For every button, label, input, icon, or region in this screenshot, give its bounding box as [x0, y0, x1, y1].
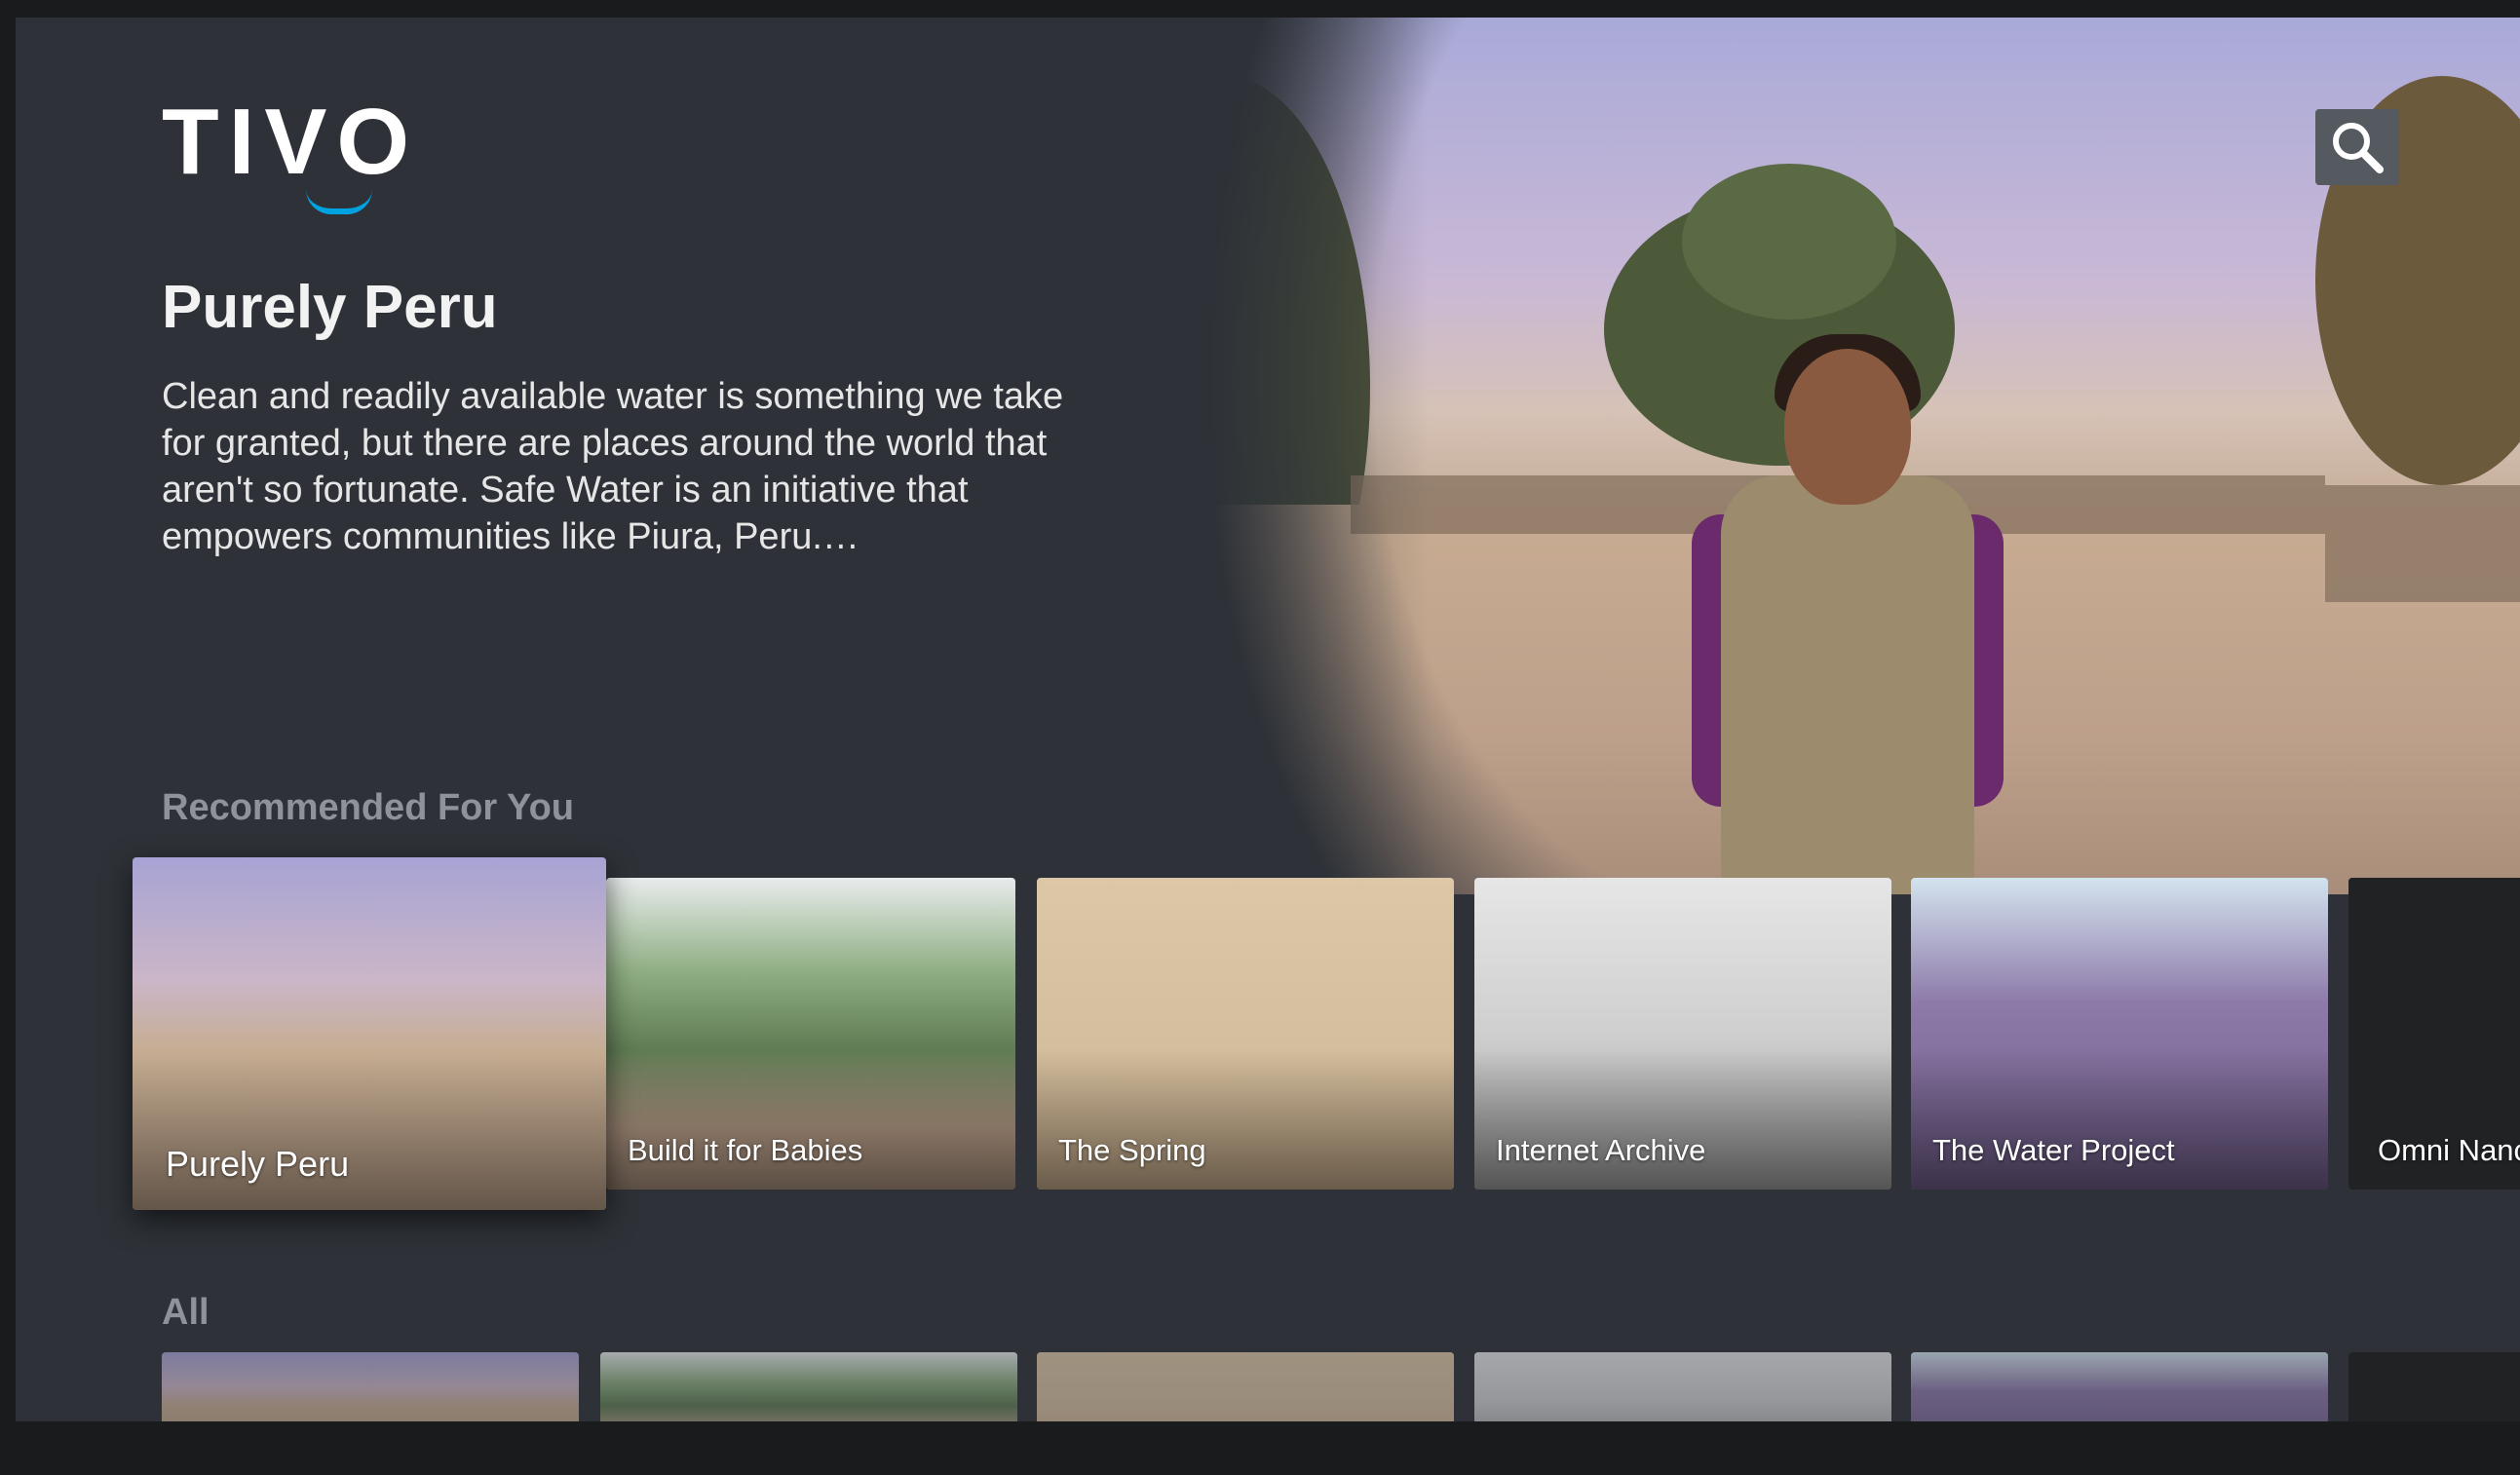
tivo-logo: TIVO [162, 95, 419, 214]
card-title: The Spring [1058, 1133, 1206, 1167]
search-icon [2333, 123, 2384, 173]
featured-description: Clean and readily available water is som… [162, 376, 1064, 557]
logo-smile [306, 189, 372, 214]
card-the-spring-all[interactable] [1037, 1352, 1454, 1421]
card-build-it-for-babies-all[interactable] [600, 1352, 1017, 1421]
featured-title: Purely Peru [162, 274, 498, 341]
card-title: Internet Archive [1496, 1133, 1706, 1167]
card-omni-nano[interactable]: Omni Nanc [2348, 878, 2520, 1190]
card-the-spring[interactable]: The Spring [1037, 878, 1454, 1190]
card-title: The Water Project [1932, 1133, 2175, 1167]
search-button[interactable] [2315, 109, 2399, 185]
card-purely-peru[interactable]: Purely Peru [133, 857, 606, 1210]
bottom-bezel [0, 1421, 2520, 1475]
card-purely-peru-all[interactable] [162, 1352, 579, 1421]
card-internet-archive-all[interactable] [1474, 1352, 1891, 1421]
card-title: Build it for Babies [628, 1133, 863, 1167]
row-label-recommended: Recommended For You [162, 787, 574, 828]
thumbnail [2348, 1352, 2520, 1421]
card-title: Purely Peru [166, 1144, 350, 1184]
row-label-all: All [162, 1292, 210, 1333]
card-build-it-for-babies[interactable]: Build it for Babies [606, 878, 1015, 1190]
card-title: Omni Nanc [2378, 1133, 2520, 1167]
card-the-water-project[interactable]: The Water Project [1911, 878, 2328, 1190]
card-omni-nano-all[interactable] [2348, 1352, 2520, 1421]
tv-screen: TIVO Purely Peru Clean and readily avail… [16, 18, 2520, 1421]
card-the-water-project-all[interactable] [1911, 1352, 2328, 1421]
card-internet-archive[interactable]: Internet Archive [1474, 878, 1891, 1190]
